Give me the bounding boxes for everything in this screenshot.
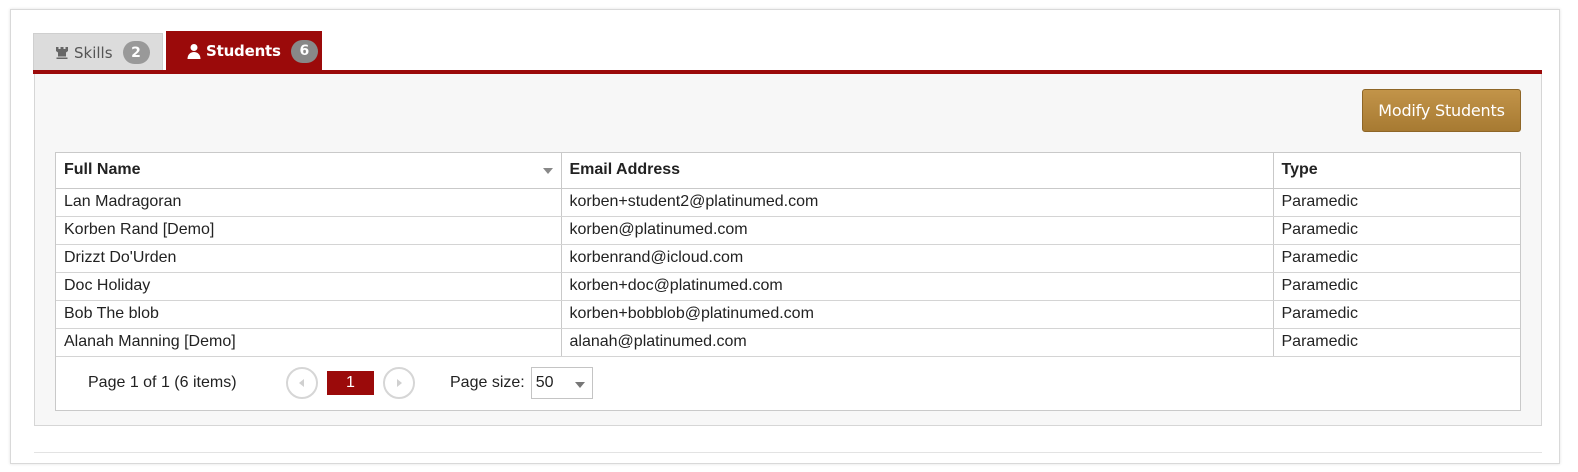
cell-email: korben+doc@platinumed.com: [561, 272, 1274, 301]
cell-full-name: Korben Rand [Demo]: [56, 216, 562, 245]
cell-email: korben@platinumed.com: [561, 216, 1274, 245]
chess-rook-icon: [54, 45, 70, 61]
table-header-row: Full Name Email Address Type: [56, 153, 1520, 189]
next-page-button[interactable]: [383, 366, 415, 399]
column-header-type[interactable]: Type: [1273, 153, 1520, 189]
cell-full-name: Lan Madragoran: [56, 188, 562, 217]
cell-email: korbenrand@icloud.com: [561, 244, 1274, 273]
cell-full-name: Drizzt Do'Urden: [56, 244, 562, 273]
tab-skills-label: Skills: [74, 43, 113, 62]
triangle-right-icon: [397, 378, 402, 387]
modify-students-button[interactable]: Modify Students: [1362, 89, 1521, 132]
cell-full-name: Doc Holiday: [56, 272, 562, 301]
cell-email: korben+student2@platinumed.com: [561, 188, 1274, 217]
cell-email: alanah@platinumed.com: [561, 328, 1274, 357]
page-size-label: Page size:: [450, 373, 525, 391]
column-header-full-name[interactable]: Full Name: [56, 153, 562, 189]
cell-type: Paramedic: [1273, 328, 1520, 357]
page-size-value: 50: [535, 373, 554, 391]
cell-type: Paramedic: [1273, 244, 1520, 273]
chevron-down-icon: [574, 381, 585, 388]
pager: Page 1 of 1 (6 items) 1 Page size: 50: [56, 355, 1520, 410]
cell-full-name: Bob The blob: [56, 300, 562, 329]
tab-students-label: Students: [206, 42, 281, 60]
table-row[interactable]: Korben Rand [Demo] korben@platinumed.com…: [56, 216, 1520, 245]
tab-students-count-badge: 6: [290, 39, 318, 63]
prev-page-button[interactable]: [286, 366, 318, 399]
page-size-select[interactable]: 50: [530, 366, 593, 399]
sort-down-icon[interactable]: [542, 168, 553, 174]
table-row[interactable]: Lan Madragoran korben+student2@platinume…: [56, 188, 1520, 217]
cell-full-name: Alanah Manning [Demo]: [56, 328, 562, 357]
cell-type: Paramedic: [1273, 300, 1520, 329]
divider: [34, 452, 1542, 453]
table-row[interactable]: Doc Holiday korben+doc@platinumed.com Pa…: [56, 272, 1520, 301]
page-number-button[interactable]: 1: [327, 370, 374, 395]
pager-info: Page 1 of 1 (6 items): [88, 373, 237, 391]
tab-skills-count-badge: 2: [122, 41, 150, 64]
triangle-left-icon: [299, 378, 304, 387]
table-row[interactable]: Drizzt Do'Urden korbenrand@icloud.com Pa…: [56, 244, 1520, 273]
tab-bar: Skills 2 Students 6: [33, 31, 322, 71]
students-grid: Full Name Email Address Type Lan Madrago…: [55, 152, 1521, 411]
column-header-email[interactable]: Email Address: [561, 153, 1274, 189]
cell-type: Paramedic: [1273, 188, 1520, 217]
students-table: Full Name Email Address Type Lan Madrago…: [56, 153, 1520, 357]
tab-students[interactable]: Students 6: [166, 31, 322, 71]
cell-type: Paramedic: [1273, 272, 1520, 301]
cell-email: korben+bobblob@platinumed.com: [561, 300, 1274, 329]
table-row[interactable]: Alanah Manning [Demo] alanah@platinumed.…: [56, 328, 1520, 357]
table-row[interactable]: Bob The blob korben+bobblob@platinumed.c…: [56, 300, 1520, 329]
column-header-label: Full Name: [64, 161, 141, 179]
cell-type: Paramedic: [1273, 216, 1520, 245]
user-icon: [186, 43, 202, 59]
tab-skills[interactable]: Skills 2: [33, 33, 163, 71]
